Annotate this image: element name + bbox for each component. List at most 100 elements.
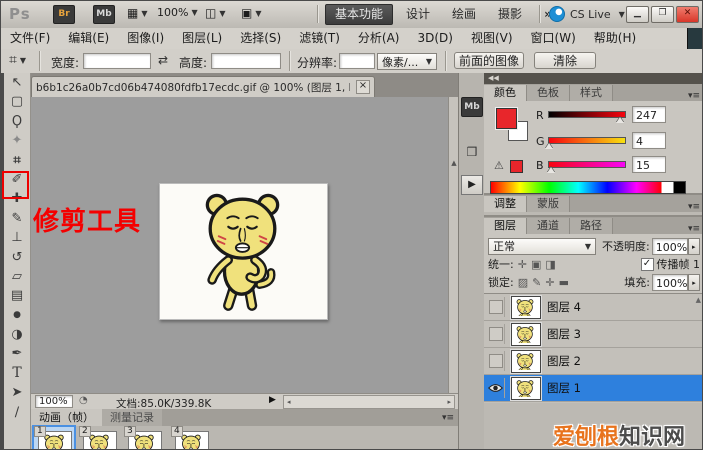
foreground-color-swatch[interactable] (496, 108, 517, 129)
layer-row-2[interactable]: 图层 2 (484, 348, 703, 375)
animation-frame-4[interactable]: 4 (171, 427, 211, 450)
color-spectrum-ramp[interactable] (490, 181, 686, 194)
fill-value[interactable]: 100% (652, 274, 688, 291)
channel-b-slider[interactable] (548, 161, 626, 168)
scroll-right-icon[interactable]: ▸ (444, 398, 454, 406)
eraser-tool[interactable]: ▱ (4, 267, 30, 286)
lock-position-icon[interactable]: ✛ (545, 276, 558, 289)
lock-transparency-icon[interactable]: ▨ (518, 276, 532, 289)
document-tab[interactable]: b6b1c26a0b7cd06b474080fdfb17ecdc.gif @ 1… (31, 76, 375, 97)
minimize-button[interactable]: ▁ (626, 6, 649, 23)
lock-all-icon[interactable]: ▬ (559, 276, 573, 289)
workspace-painting-button[interactable]: 绘画 (443, 5, 485, 24)
history-brush-tool[interactable]: ↺ (4, 248, 30, 267)
channel-g-value[interactable]: 4 (632, 132, 666, 149)
channel-r-value[interactable]: 247 (632, 106, 666, 123)
tab-channels[interactable]: 通道 (527, 218, 570, 234)
menu-edit[interactable]: 编辑(E) (59, 28, 118, 49)
scroll-left-icon[interactable]: ◂ (284, 398, 294, 406)
mini-bridge-icon[interactable]: Mb (93, 5, 115, 24)
channel-r-slider-thumb[interactable] (616, 117, 624, 123)
tab-styles[interactable]: 样式 (570, 85, 613, 101)
tab-measurement-log[interactable]: 测量记录 (102, 409, 162, 426)
tab-swatches[interactable]: 色板 (527, 85, 570, 101)
menu-analysis[interactable]: 分析(A) (349, 28, 409, 49)
pen-tool[interactable]: ✒ (4, 344, 30, 363)
layer-row-3[interactable]: 图层 3 (484, 321, 703, 348)
move-tool[interactable]: ↖ (4, 73, 30, 92)
adjustments-panel-menu-icon[interactable]: ▾≡ (688, 202, 703, 212)
menu-file[interactable]: 文件(F) (1, 28, 59, 49)
menu-image[interactable]: 图像(I) (118, 28, 173, 49)
tab-animation-frames[interactable]: 动画（帧） (31, 409, 102, 426)
screen-mode-dropdown[interactable]: ▣▼ (241, 6, 262, 20)
workspace-basic-button[interactable]: 基本功能 (325, 4, 393, 25)
gradient-tool[interactable]: ▤ (4, 286, 30, 305)
bridge-icon[interactable]: Br (53, 5, 75, 24)
layer-row-1-selected[interactable]: 图层 1 (484, 375, 703, 402)
mini-bridge-panel-icon[interactable]: Mb (461, 97, 483, 117)
lasso-tool[interactable]: Ϙ (4, 112, 30, 131)
unify-style-icon[interactable]: ◨ (545, 258, 559, 271)
clear-button[interactable]: 清除 (534, 52, 596, 69)
zoom-level-dropdown[interactable]: 100%▼ (157, 6, 198, 19)
menu-help[interactable]: 帮助(H) (585, 28, 645, 49)
type-tool[interactable]: T (4, 364, 30, 383)
gamut-swatch[interactable] (510, 160, 523, 173)
clone-stamp-tool[interactable]: ⊥ (4, 228, 30, 247)
magic-wand-tool[interactable]: ✦ (4, 131, 30, 150)
channel-r-slider[interactable] (548, 111, 626, 118)
channel-b-slider-thumb[interactable] (547, 167, 555, 173)
channel-g-slider[interactable] (548, 137, 626, 144)
canvas[interactable] (31, 97, 448, 393)
tab-masks[interactable]: 蒙版 (527, 196, 570, 212)
lock-pixels-icon[interactable]: ✎ (532, 276, 545, 289)
status-flyout-icon[interactable]: ▶ (269, 395, 276, 405)
status-zoom-input[interactable]: 100% (35, 395, 73, 408)
tab-adjustments[interactable]: 调整 (484, 196, 527, 212)
collapse-panels-button[interactable]: ◀◀ (484, 73, 703, 84)
unify-position-icon[interactable]: ✛ (518, 258, 531, 271)
resolution-input[interactable] (339, 53, 375, 69)
menu-filter[interactable]: 滤镜(T) (290, 28, 349, 49)
restore-button[interactable]: ❐ (651, 6, 674, 23)
propagate-frame-checkbox[interactable]: ✓ (641, 258, 654, 271)
workspace-design-button[interactable]: 设计 (397, 5, 439, 24)
menu-layer[interactable]: 图层(L) (173, 28, 231, 49)
animation-frame-1[interactable]: 1 (34, 427, 74, 450)
unify-visibility-icon[interactable]: ▣ (531, 258, 545, 271)
brush-tool[interactable]: ✎ (4, 209, 30, 228)
menu-window[interactable]: 窗口(W) (522, 28, 585, 49)
blend-mode-dropdown[interactable]: 正常 ▼ (488, 238, 596, 255)
resolution-unit-dropdown[interactable]: 像素/... ▼ (377, 53, 437, 70)
guides-dropdown[interactable]: ▦▼ (127, 6, 148, 20)
channel-g-slider-thumb[interactable] (545, 143, 553, 149)
animation-frame-3[interactable]: 3 (124, 427, 164, 450)
play-panel-icon[interactable]: ▶ (461, 175, 483, 195)
tab-layers[interactable]: 图层 (484, 218, 527, 234)
visibility-toggle[interactable] (487, 324, 505, 344)
tab-close-icon[interactable]: × (356, 80, 370, 94)
menu-view[interactable]: 视图(V) (462, 28, 522, 49)
animation-panel-menu-icon[interactable]: ▾≡ (442, 413, 458, 423)
path-selection-tool[interactable]: ➤ (4, 383, 30, 402)
front-image-button[interactable]: 前面的图像 (454, 52, 524, 69)
marquee-tool[interactable]: ▢ (4, 92, 30, 111)
tool-preset-dropdown[interactable]: ⌗ ▼ (9, 52, 26, 68)
channel-b-value[interactable]: 15 (632, 156, 666, 173)
menu-3d[interactable]: 3D(D) (408, 28, 461, 49)
color-panel-menu-icon[interactable]: ▾≡ (688, 91, 703, 101)
arrange-documents-dropdown[interactable]: ◫▼ (205, 6, 226, 20)
close-button[interactable]: ✕ (676, 6, 699, 23)
tab-color[interactable]: 颜色 (484, 85, 527, 101)
clone-source-panel-icon[interactable]: ❒ (462, 143, 482, 161)
fill-spinner-icon[interactable]: ▸ (688, 274, 700, 291)
layers-scroll-up-icon[interactable]: ▲ (696, 296, 701, 304)
visibility-toggle[interactable] (487, 297, 505, 317)
layer-row-4[interactable]: 图层 4 (484, 294, 703, 321)
blur-tool[interactable]: ● (4, 306, 30, 325)
tab-paths[interactable]: 路径 (570, 218, 613, 234)
opacity-value[interactable]: 100% (652, 238, 688, 255)
gamut-warning-icon[interactable]: ⚠ (494, 159, 504, 172)
workspace-photography-button[interactable]: 摄影 (489, 5, 531, 24)
